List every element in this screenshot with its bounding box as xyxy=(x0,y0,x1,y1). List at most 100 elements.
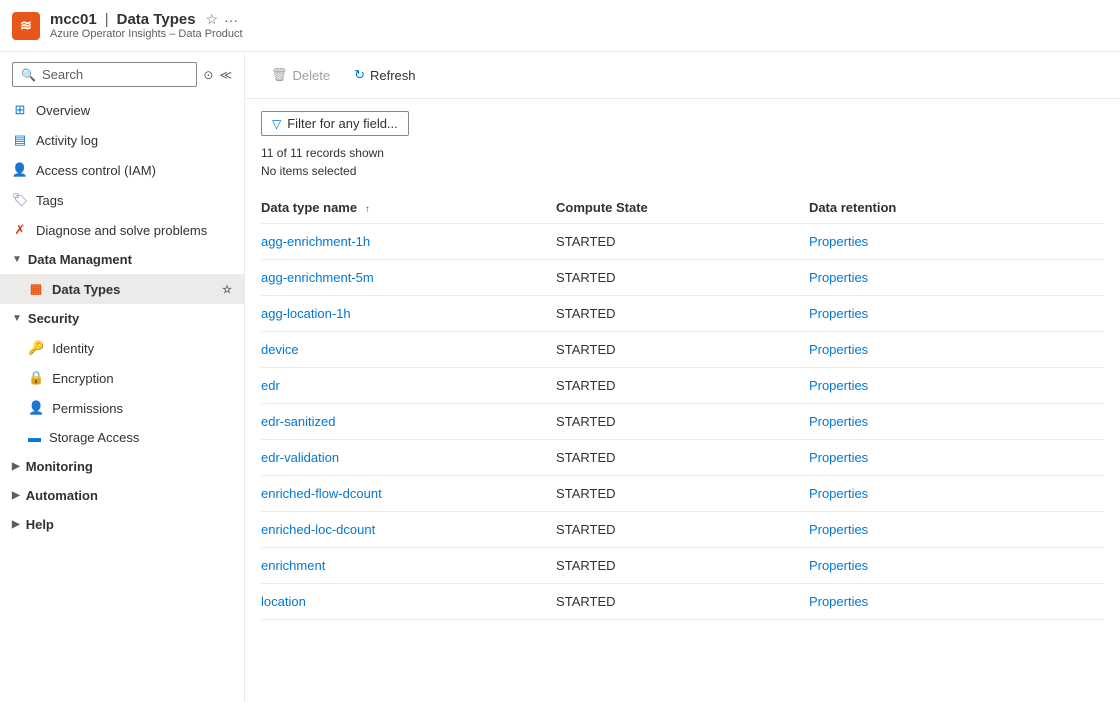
delete-button[interactable]: 🗑 Delete xyxy=(261,62,340,88)
table-row: enrichment STARTED Properties xyxy=(261,548,1104,584)
cell-retention-8: Properties xyxy=(809,512,1104,548)
sort-icon[interactable]: ↑ xyxy=(365,204,370,215)
sidebar-item-encryption[interactable]: 🔒 Encryption xyxy=(0,363,244,393)
cell-name-2: agg-location-1h xyxy=(261,296,556,332)
properties-link-2[interactable]: Properties xyxy=(809,306,868,321)
filter-icon: ▽ xyxy=(272,117,281,131)
col-header-name: Data type name ↑ xyxy=(261,192,556,224)
sidebar-item-diagnose[interactable]: ✗ Diagnose and solve problems xyxy=(0,215,244,245)
properties-link-4[interactable]: Properties xyxy=(809,378,868,393)
properties-link-3[interactable]: Properties xyxy=(809,342,868,357)
sidebar-settings-icon[interactable]: ⊙ xyxy=(203,68,213,82)
tags-icon: 🏷 xyxy=(12,192,28,208)
sidebar-section-data-management[interactable]: Data Managment xyxy=(0,245,244,274)
sidebar-search-area: 🔍 Search ⊙ ≪ xyxy=(0,52,244,95)
data-type-link-8[interactable]: enriched-loc-dcount xyxy=(261,522,375,537)
cell-retention-2: Properties xyxy=(809,296,1104,332)
sidebar-label-activity-log: Activity log xyxy=(36,133,232,148)
header-separator: | xyxy=(105,11,109,28)
search-box[interactable]: 🔍 Search xyxy=(12,62,197,87)
sidebar-item-data-types[interactable]: ▦ Data Types ☆ xyxy=(0,274,244,304)
data-type-link-7[interactable]: enriched-flow-dcount xyxy=(261,486,382,501)
data-type-link-0[interactable]: agg-enrichment-1h xyxy=(261,234,370,249)
sidebar-label-overview: Overview xyxy=(36,103,232,118)
sidebar-item-tags[interactable]: 🏷 Tags xyxy=(0,185,244,215)
cell-name-4: edr xyxy=(261,368,556,404)
more-options-icon[interactable]: ··· xyxy=(224,12,238,28)
sidebar-label-diagnose: Diagnose and solve problems xyxy=(36,223,232,238)
properties-link-9[interactable]: Properties xyxy=(809,558,868,573)
data-type-link-2[interactable]: agg-location-1h xyxy=(261,306,351,321)
cell-retention-10: Properties xyxy=(809,584,1104,620)
cell-name-7: enriched-flow-dcount xyxy=(261,476,556,512)
properties-link-10[interactable]: Properties xyxy=(809,594,868,609)
col-header-retention: Data retention xyxy=(809,192,1104,224)
refresh-icon: ↻ xyxy=(354,67,365,83)
activity-log-icon: ▤ xyxy=(12,132,28,148)
access-control-icon: 👤 xyxy=(12,162,28,178)
diagnose-icon: ✗ xyxy=(12,222,28,238)
filter-label: Filter for any field... xyxy=(287,116,398,131)
col-header-state: Compute State xyxy=(556,192,809,224)
sidebar-item-overview[interactable]: ⊞ Overview xyxy=(0,95,244,125)
page-name: Data Types xyxy=(117,11,196,28)
table-row: agg-enrichment-5m STARTED Properties xyxy=(261,260,1104,296)
cell-state-8: STARTED xyxy=(556,512,809,548)
sidebar-label-help: Help xyxy=(26,517,54,532)
records-info: 11 of 11 records shown No items selected xyxy=(261,144,1104,180)
properties-link-7[interactable]: Properties xyxy=(809,486,868,501)
table-row: enriched-flow-dcount STARTED Properties xyxy=(261,476,1104,512)
sidebar-item-identity[interactable]: 🔑 Identity xyxy=(0,333,244,363)
sidebar-item-access-control[interactable]: 👤 Access control (IAM) xyxy=(0,155,244,185)
records-selected-text: No items selected xyxy=(261,162,1104,180)
table-row: edr-validation STARTED Properties xyxy=(261,440,1104,476)
data-management-chevron xyxy=(12,254,22,265)
sidebar-section-automation[interactable]: Automation xyxy=(0,481,244,510)
cell-state-3: STARTED xyxy=(556,332,809,368)
properties-link-8[interactable]: Properties xyxy=(809,522,868,537)
cell-name-0: agg-enrichment-1h xyxy=(261,224,556,260)
sidebar-label-data-management: Data Managment xyxy=(28,252,132,267)
refresh-button[interactable]: ↻ Refresh xyxy=(344,62,425,88)
data-types-star-icon[interactable]: ☆ xyxy=(222,283,232,296)
security-chevron xyxy=(12,313,22,324)
properties-link-5[interactable]: Properties xyxy=(809,414,868,429)
properties-link-6[interactable]: Properties xyxy=(809,450,868,465)
data-type-link-10[interactable]: location xyxy=(261,594,306,609)
data-type-link-9[interactable]: enrichment xyxy=(261,558,325,573)
data-table: Data type name ↑ Compute State Data rete… xyxy=(261,192,1104,620)
cell-retention-0: Properties xyxy=(809,224,1104,260)
table-row: location STARTED Properties xyxy=(261,584,1104,620)
sidebar-item-activity-log[interactable]: ▤ Activity log xyxy=(0,125,244,155)
data-type-link-4[interactable]: edr xyxy=(261,378,280,393)
cell-name-9: enrichment xyxy=(261,548,556,584)
data-type-link-6[interactable]: edr-validation xyxy=(261,450,339,465)
table-body: agg-enrichment-1h STARTED Properties agg… xyxy=(261,224,1104,620)
identity-icon: 🔑 xyxy=(28,340,44,356)
properties-link-1[interactable]: Properties xyxy=(809,270,868,285)
data-type-link-1[interactable]: agg-enrichment-5m xyxy=(261,270,374,285)
sidebar-item-storage-access[interactable]: ▬ Storage Access xyxy=(0,423,244,452)
sidebar-label-storage-access: Storage Access xyxy=(49,430,139,445)
table-row: device STARTED Properties xyxy=(261,332,1104,368)
data-type-link-5[interactable]: edr-sanitized xyxy=(261,414,335,429)
data-type-link-3[interactable]: device xyxy=(261,342,299,357)
cell-name-6: edr-validation xyxy=(261,440,556,476)
filter-button[interactable]: ▽ Filter for any field... xyxy=(261,111,409,136)
cell-retention-3: Properties xyxy=(809,332,1104,368)
sidebar-section-monitoring[interactable]: Monitoring xyxy=(0,452,244,481)
cell-state-2: STARTED xyxy=(556,296,809,332)
properties-link-0[interactable]: Properties xyxy=(809,234,868,249)
sidebar-section-security[interactable]: Security xyxy=(0,304,244,333)
data-types-icon: ▦ xyxy=(28,281,44,297)
monitoring-chevron xyxy=(12,461,20,472)
sidebar-item-permissions[interactable]: 👤 Permissions xyxy=(0,393,244,423)
delete-label: Delete xyxy=(293,68,331,83)
sidebar-section-help[interactable]: Help xyxy=(0,510,244,539)
records-shown-text: 11 of 11 records shown xyxy=(261,144,1104,162)
favorite-star-icon[interactable]: ☆ xyxy=(206,11,219,28)
encryption-icon: 🔒 xyxy=(28,370,44,386)
sidebar-collapse-icon[interactable]: ≪ xyxy=(219,68,232,82)
permissions-icon: 👤 xyxy=(28,400,44,416)
cell-state-1: STARTED xyxy=(556,260,809,296)
